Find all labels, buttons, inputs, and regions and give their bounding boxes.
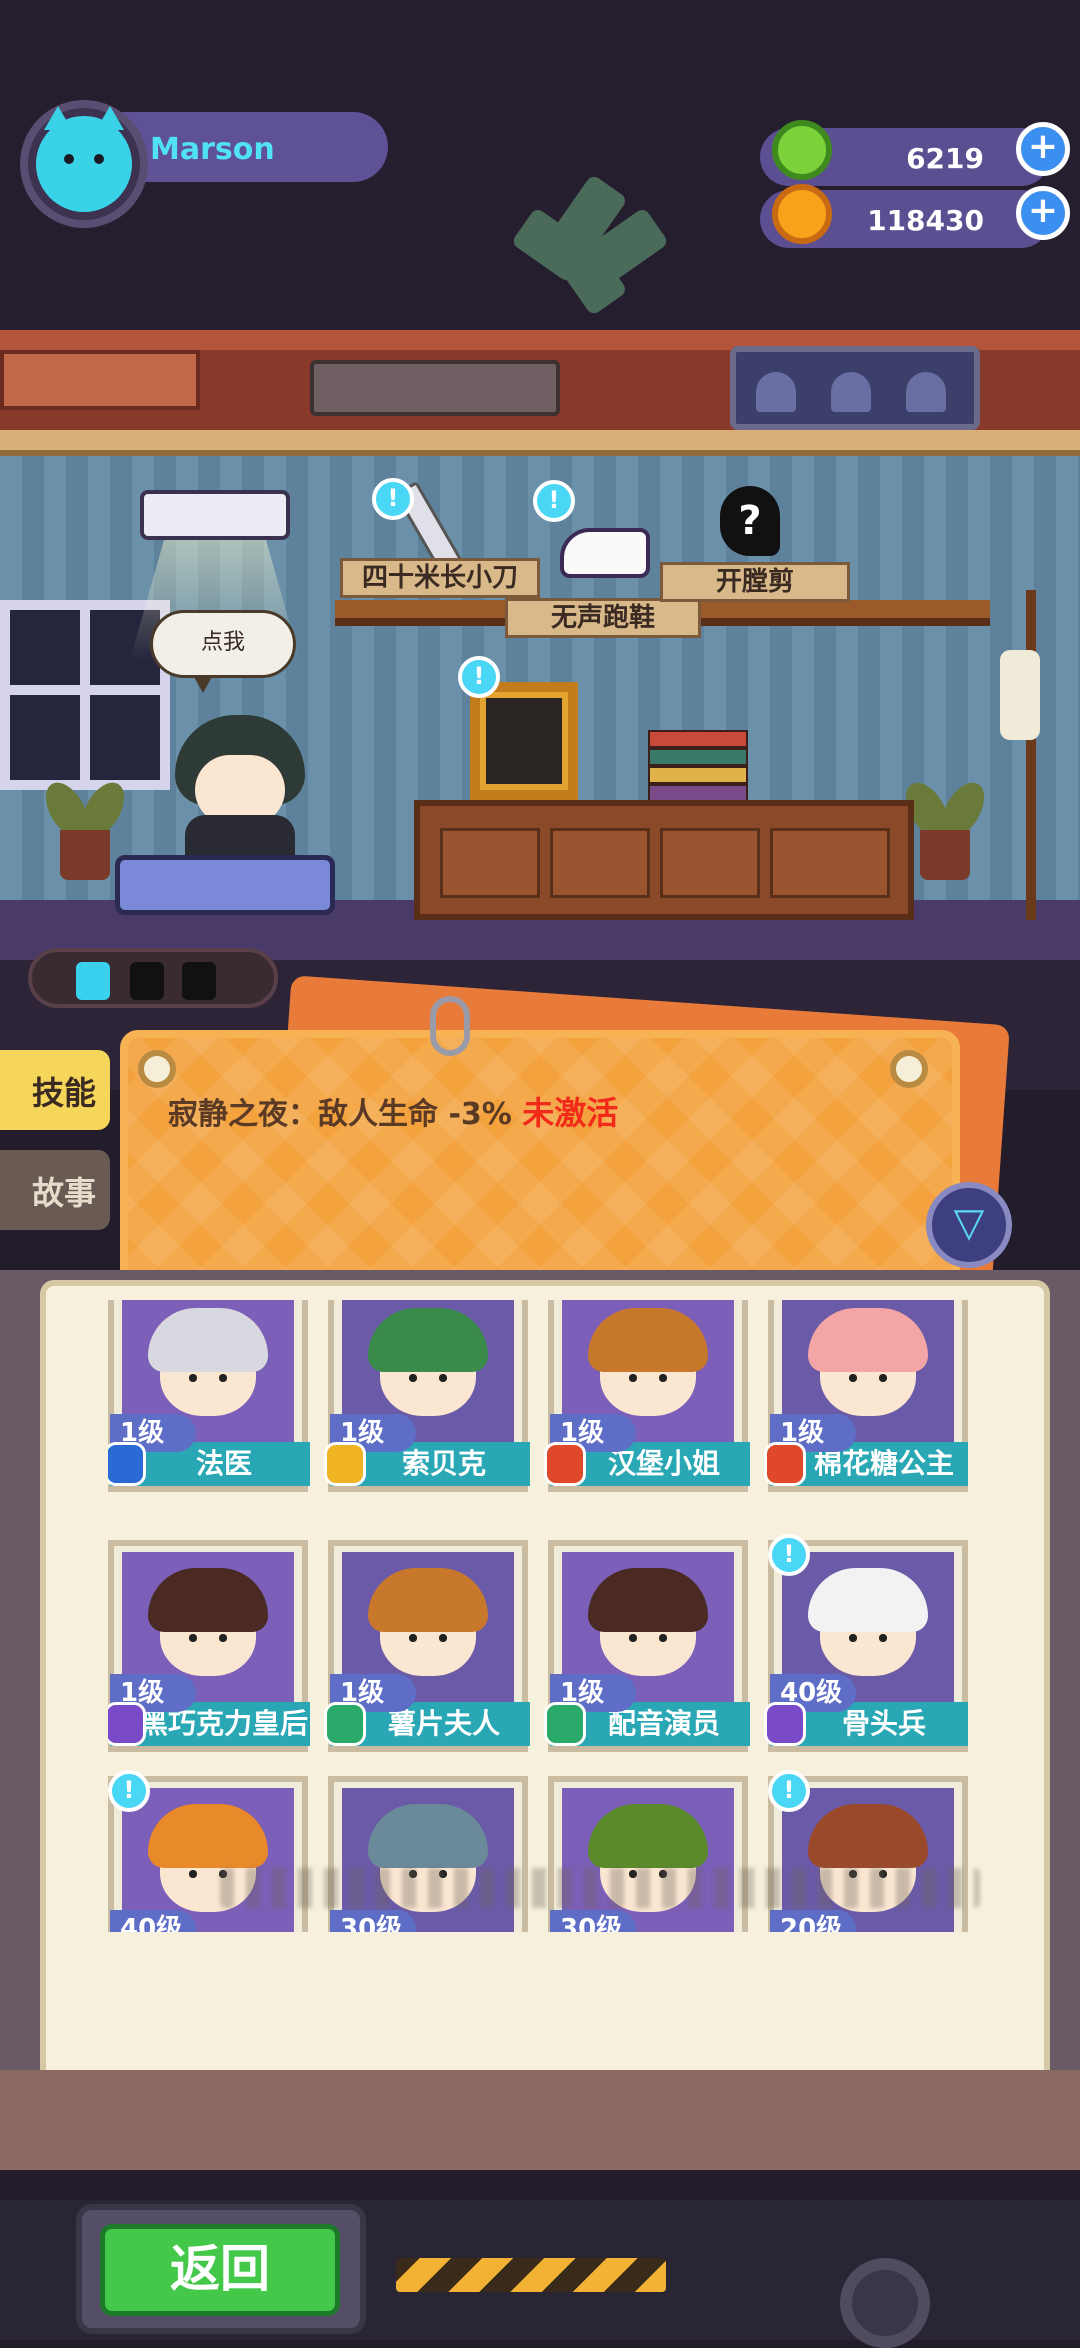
character-card[interactable]: 索贝克 1级 xyxy=(324,1300,530,1492)
back-button-frame: 返回 xyxy=(76,2204,366,2334)
gem-count: 6219 xyxy=(906,142,984,175)
skill-description: 寂静之夜：敌人生命 -3% 未激活 xyxy=(168,1088,618,1134)
player-avatar[interactable] xyxy=(20,100,148,228)
card-notification-icon: ! xyxy=(768,1770,810,1812)
card-notification-icon: ! xyxy=(108,1770,150,1812)
back-button[interactable]: 返回 xyxy=(100,2224,340,2316)
windmill-decoration xyxy=(510,173,670,320)
tab-story[interactable]: 故事 xyxy=(0,1150,110,1230)
character-card[interactable]: 黑巧克力皇后 1级 xyxy=(108,1540,310,1752)
class-badge-icon xyxy=(544,1702,586,1746)
ghost-icon xyxy=(756,372,796,412)
coin-count: 118430 xyxy=(867,204,984,237)
unknown-item-icon[interactable]: ? xyxy=(720,486,780,556)
class-badge-icon xyxy=(544,1442,586,1486)
book-stack xyxy=(648,730,748,802)
coat-rack xyxy=(1000,590,1060,920)
page-text-blur xyxy=(220,1868,980,1908)
shoe-label[interactable]: 无声跑鞋 xyxy=(505,598,701,638)
ghost-sign xyxy=(730,346,980,430)
skill-status: 未激活 xyxy=(522,1094,619,1132)
shoe-icon[interactable] xyxy=(560,528,650,578)
character-card[interactable]: 弓箭手30级 xyxy=(328,1776,528,1932)
player-name: Marson xyxy=(118,112,388,182)
character-card[interactable]: 受害者20级! xyxy=(768,1770,968,1932)
skill-text: 寂静之夜：敌人生命 -3% xyxy=(168,1097,512,1132)
character-level: 30级 xyxy=(330,1910,416,1932)
gear-icon xyxy=(840,2258,930,2348)
filter-button[interactable]: ▽ xyxy=(926,1182,1012,1268)
energy-bolt-icon xyxy=(76,962,110,1000)
portrait-notification-icon: ! xyxy=(458,656,500,698)
character-card[interactable]: 棉花糖公主 1级 xyxy=(764,1300,968,1492)
cat-avatar-icon xyxy=(36,106,132,212)
class-badge-icon xyxy=(324,1442,366,1486)
shoe-notification-icon: ! xyxy=(533,480,575,522)
character-card[interactable]: 剑士30级 xyxy=(548,1776,748,1932)
portrait-frame[interactable] xyxy=(470,682,578,800)
add-coin-button[interactable]: + xyxy=(1016,186,1070,240)
detective-character[interactable] xyxy=(115,715,335,915)
knife-notification-icon: ! xyxy=(372,478,414,520)
energy-empty-icon xyxy=(182,962,216,1000)
ghost-icon xyxy=(906,372,946,412)
class-badge-icon xyxy=(764,1702,806,1746)
pin-icon xyxy=(890,1050,928,1088)
character-card[interactable]: 薯片夫人 1级 xyxy=(324,1540,530,1752)
character-card[interactable]: 配音演员 1级 xyxy=(544,1540,750,1752)
class-badge-icon xyxy=(324,1702,366,1746)
book-base xyxy=(0,2070,1080,2170)
character-card[interactable]: 呜呜40级! xyxy=(108,1770,308,1932)
scissors-label[interactable]: 开膛剪 xyxy=(660,562,850,602)
knife-label[interactable]: 四十米长小刀 xyxy=(340,558,540,598)
speech-bubble[interactable]: 点我 xyxy=(150,610,296,693)
energy-bar xyxy=(28,948,278,1008)
ceiling-lamp xyxy=(140,490,290,540)
class-badge-icon xyxy=(108,1702,146,1746)
shelf-vent xyxy=(310,360,560,416)
card-notification-icon: ! xyxy=(768,1534,810,1576)
add-gem-button[interactable]: + xyxy=(1016,122,1070,176)
character-level: 30级 xyxy=(550,1910,636,1932)
class-badge-icon xyxy=(764,1442,806,1486)
character-card[interactable]: 骨头兵 40级! xyxy=(764,1534,968,1752)
character-card[interactable]: 法医 1级 xyxy=(108,1300,310,1492)
tab-skills[interactable]: 技能 xyxy=(0,1050,110,1130)
gold-coin-icon xyxy=(772,184,832,244)
character-level: 40级 xyxy=(110,1910,196,1932)
shelf-lip xyxy=(0,430,1080,456)
character-card[interactable]: 汉堡小姐 1级 xyxy=(544,1300,750,1492)
ghost-icon xyxy=(831,372,871,412)
desk xyxy=(414,800,914,920)
paperclip-icon xyxy=(430,996,470,1056)
character-grid: 法医 1级 索贝克 1级 汉堡小姐 1级 棉花糖公主 1级黑巧克力皇后 1级 薯片夫人 1级 配音演员… xyxy=(108,1300,968,1932)
pin-icon xyxy=(138,1050,176,1088)
character-level: 20级 xyxy=(770,1910,856,1932)
green-gem-icon xyxy=(772,120,832,180)
shelf-panel xyxy=(0,350,200,410)
hazard-stripe xyxy=(396,2258,666,2292)
class-badge-icon xyxy=(108,1442,146,1486)
filter-icon: ▽ xyxy=(953,1200,985,1246)
energy-empty-icon xyxy=(130,962,164,1000)
